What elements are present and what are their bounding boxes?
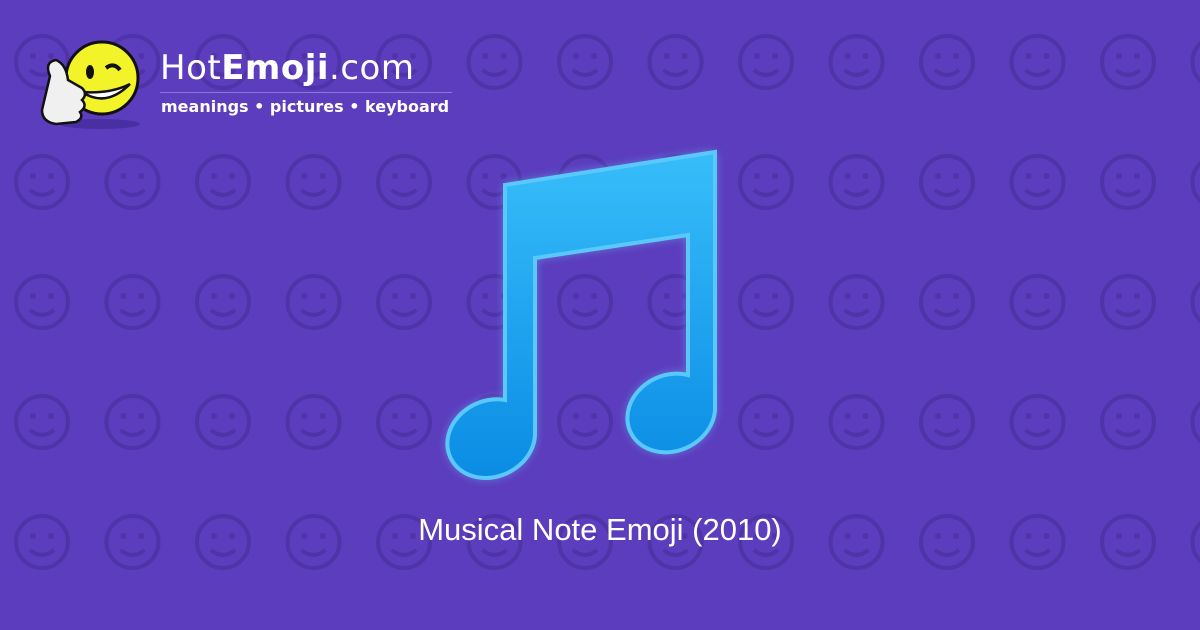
background-emoji-icon [647,34,704,90]
background-emoji-icon [195,394,251,450]
background-emoji-icon [557,34,613,90]
background-emoji-icon [1009,34,1066,90]
background-emoji-icon [1100,394,1156,450]
background-emoji-icon [376,274,432,330]
musical-note-emoji-icon [445,149,717,480]
background-emoji-icon [14,154,70,210]
background-emoji-icon [919,394,975,450]
background-emoji-icon [376,394,432,450]
background-emoji-icon [466,34,523,90]
background-emoji-icon [919,274,975,330]
background-emoji-icon [738,274,794,330]
background-emoji-icon [1100,154,1156,210]
background-emoji-icon [285,154,342,210]
background-emoji-icon [1190,160,1200,204]
background-emoji-icon [195,154,251,210]
background-emoji-icon [919,34,975,90]
background-emoji-icon [285,274,342,330]
background-emoji-icon [828,394,885,450]
background-emoji-icon [738,34,794,90]
background-emoji-icon [1100,274,1156,330]
background-emoji-icon [1009,274,1066,330]
logo-divider [160,92,452,93]
brand-tagline: meanings • pictures • keyboard [161,97,450,116]
background-emoji-icon [14,274,70,330]
background-emoji-icon [195,274,251,330]
background-emoji-icon [919,154,975,210]
background-emoji-icon [828,34,885,90]
background-emoji-icon [104,154,161,210]
background-emoji-icon [738,154,794,210]
background-emoji-icon [285,394,342,450]
background-emoji-icon [1190,280,1200,324]
background-emoji-icon [104,274,161,330]
site-logo[interactable]: HotEmoji.com meanings • pictures • keybo… [40,36,460,131]
background-emoji-icon [1009,154,1066,210]
background-emoji-icon [1009,394,1066,450]
winking-thumbs-up-emoji-icon [40,40,140,129]
background-emoji-icon [1190,40,1200,84]
background-emoji-icon [828,154,885,210]
background-emoji-icon [1190,400,1200,444]
background-emoji-icon [14,394,70,450]
background-emoji-icon [104,394,161,450]
background-emoji-icon [828,274,885,330]
background-emoji-icon [376,154,432,210]
emoji-title: Musical Note Emoji (2010) [418,512,782,547]
background-emoji-icon [738,394,794,450]
brand-name: HotEmoji.com [160,48,415,88]
background-emoji-icon [1100,34,1156,90]
